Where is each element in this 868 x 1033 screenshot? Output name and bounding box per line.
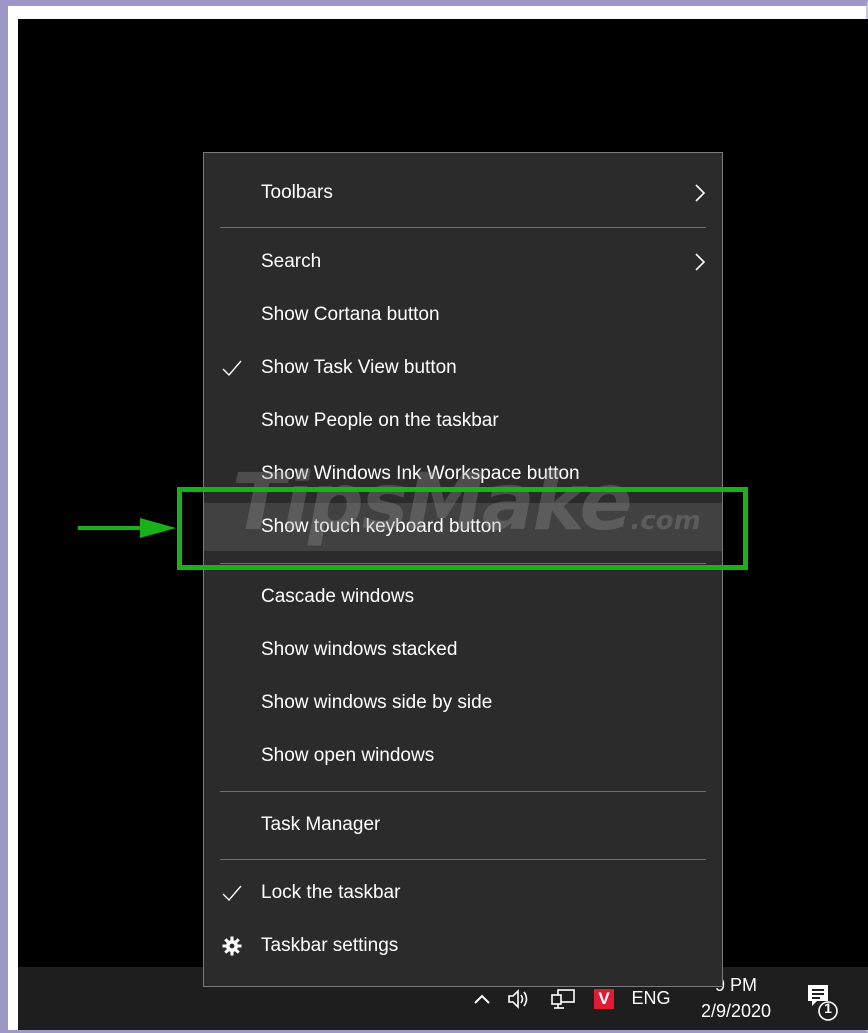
menu-item-task-manager[interactable]: Task Manager: [204, 801, 722, 849]
menu-item-show-people[interactable]: Show People on the taskbar: [204, 397, 722, 445]
menu-item-label: Task Manager: [261, 814, 381, 835]
menu-item-show-task-view-button[interactable]: Show Task View button: [204, 344, 722, 392]
menu-item-taskbar-settings[interactable]: Taskbar settings: [204, 922, 722, 970]
menu-item-label: Show touch keyboard button: [261, 516, 502, 537]
menu-item-label: Show open windows: [261, 745, 435, 766]
menu-separator: [220, 859, 706, 860]
chevron-right-icon: [692, 250, 708, 274]
menu-item-label: Show windows stacked: [261, 639, 458, 660]
menu-item-search[interactable]: Search: [204, 238, 722, 286]
menu-item-lock-the-taskbar[interactable]: Lock the taskbar: [204, 869, 722, 917]
taskbar-context-menu: Toolbars Search Show Cortana button Show…: [203, 152, 723, 987]
menu-item-label: Show People on the taskbar: [261, 410, 499, 431]
menu-item-label: Toolbars: [261, 182, 333, 203]
menu-item-label: Show Windows Ink Workspace button: [261, 463, 580, 484]
menu-separator: [220, 563, 706, 564]
menu-item-show-cortana-button[interactable]: Show Cortana button: [204, 291, 722, 339]
chevron-up-icon: [473, 993, 491, 1005]
menu-item-label: Taskbar settings: [261, 935, 399, 956]
v-badge-icon: V: [594, 988, 614, 1009]
menu-item-show-open-windows[interactable]: Show open windows: [204, 732, 722, 780]
menu-item-label: Search: [261, 251, 322, 272]
menu-item-show-windows-stacked[interactable]: Show windows stacked: [204, 626, 722, 674]
menu-item-label: Show windows side by side: [261, 692, 493, 713]
menu-item-label: Lock the taskbar: [261, 882, 401, 903]
menu-item-show-touch-keyboard-button[interactable]: Show touch keyboard button: [204, 503, 722, 551]
menu-item-show-windows-side-by-side[interactable]: Show windows side by side: [204, 679, 722, 727]
menu-item-label: Show Cortana button: [261, 304, 440, 325]
network-icon: [550, 988, 576, 1010]
action-center-button[interactable]: 1: [804, 981, 840, 1021]
annotation-arrow-icon: [78, 518, 176, 538]
chevron-right-icon: [692, 181, 708, 205]
menu-item-toolbars[interactable]: Toolbars: [204, 169, 722, 217]
speaker-icon: [507, 988, 533, 1010]
menu-item-label: Show Task View button: [261, 357, 457, 378]
menu-separator: [220, 227, 706, 228]
menu-item-cascade-windows[interactable]: Cascade windows: [204, 573, 722, 621]
checkmark-icon: [220, 881, 244, 905]
gear-icon: [220, 934, 244, 958]
menu-item-label: Cascade windows: [261, 586, 415, 607]
notification-count: 1: [824, 1000, 832, 1016]
clock-date: 2/9/2020: [700, 1001, 772, 1021]
checkmark-icon: [220, 356, 244, 380]
menu-separator: [220, 791, 706, 792]
menu-item-show-windows-ink-workspace[interactable]: Show Windows Ink Workspace button: [204, 450, 722, 498]
